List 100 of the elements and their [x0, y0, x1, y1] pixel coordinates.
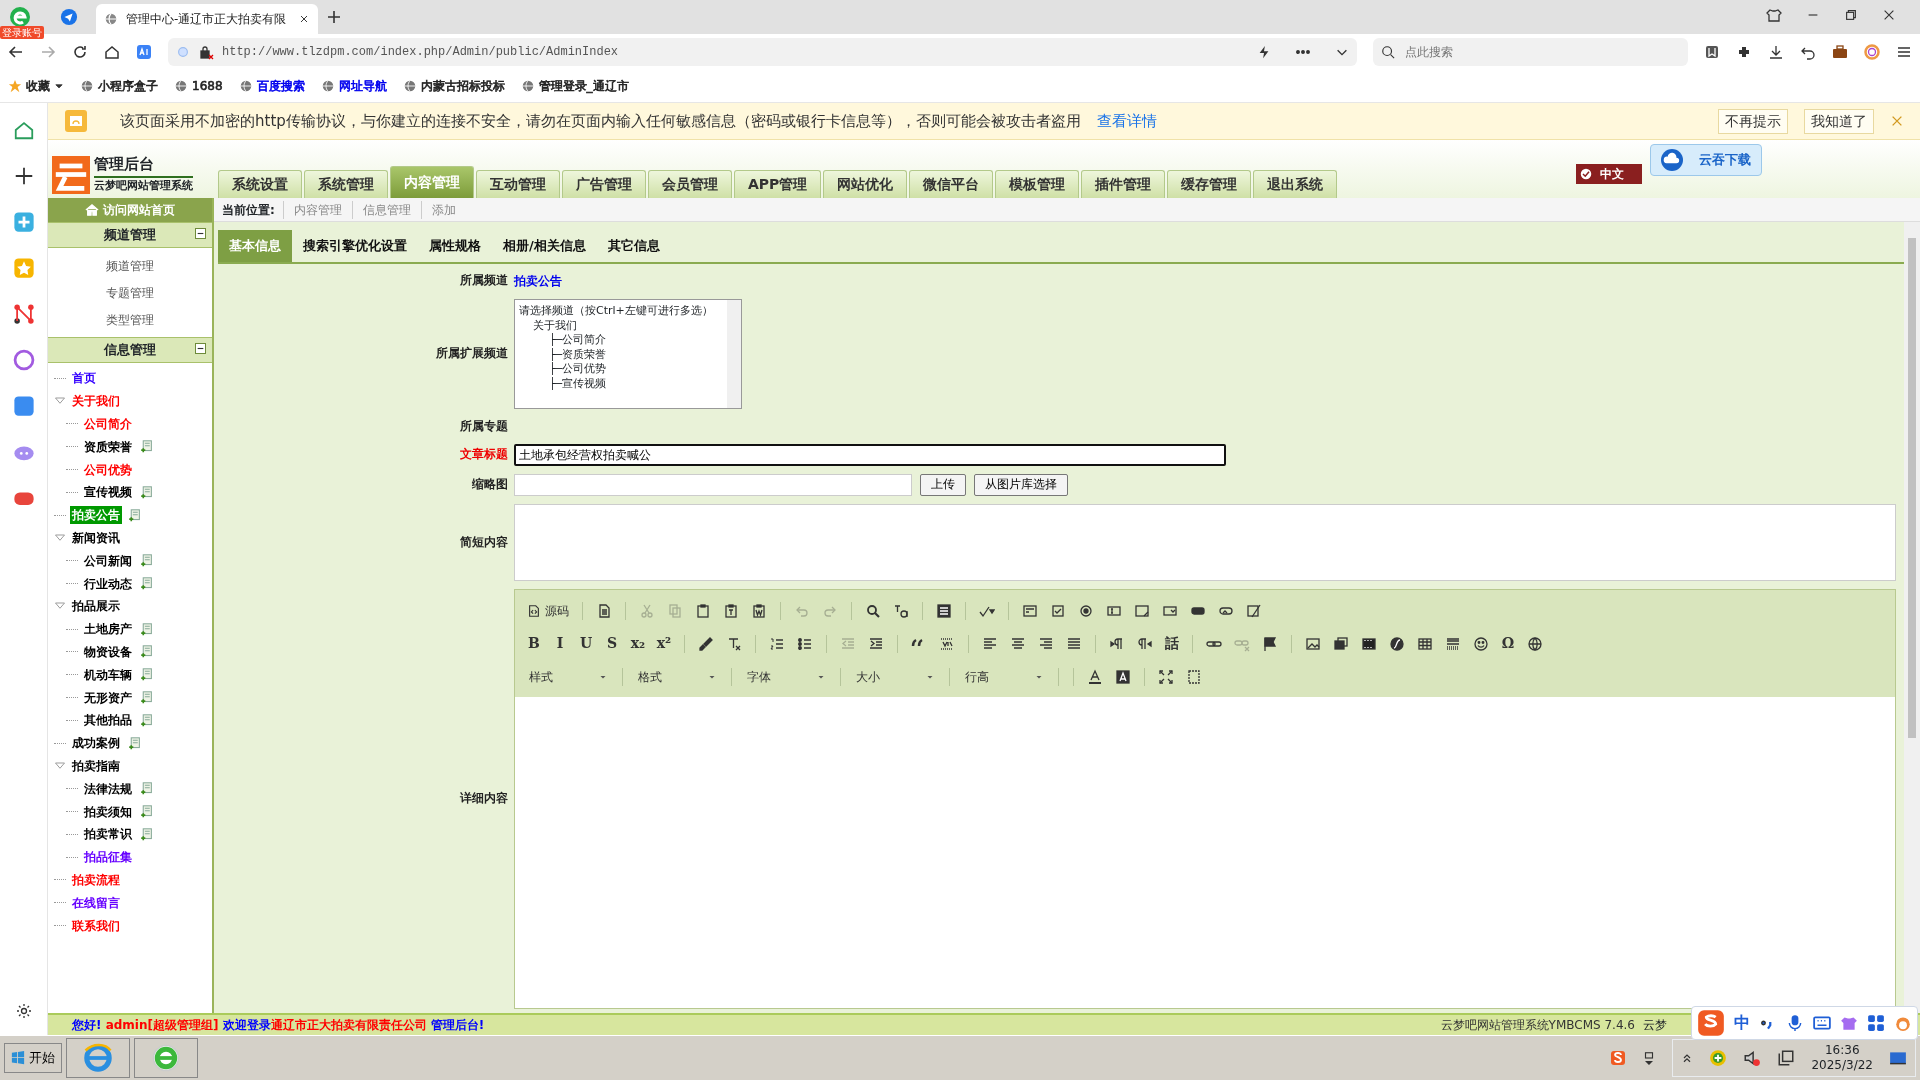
- breadcrumb-item[interactable]: 内容管理: [282, 200, 352, 219]
- breadcrumb-item[interactable]: 添加: [420, 200, 466, 219]
- tree-item[interactable]: 公司新闻: [82, 551, 134, 570]
- reload-icon[interactable]: [72, 44, 88, 60]
- search-icon[interactable]: [865, 602, 881, 619]
- document-icon[interactable]: [596, 602, 612, 619]
- volume-muted-icon[interactable]: [1743, 1049, 1762, 1067]
- align-left-icon[interactable]: [982, 635, 998, 652]
- toolbar-glyph[interactable]: 話: [1161, 633, 1183, 654]
- add-document-icon[interactable]: [140, 554, 153, 568]
- tree-item[interactable]: 行业动态: [82, 574, 134, 593]
- indent-icon[interactable]: [868, 635, 884, 652]
- add-document-icon[interactable]: [140, 485, 153, 499]
- add-document-icon[interactable]: [128, 736, 141, 750]
- tree-item[interactable]: 关于我们: [70, 392, 122, 411]
- network-icon[interactable]: [1777, 1049, 1796, 1067]
- tree-item[interactable]: 机动车辆: [82, 665, 134, 684]
- form-tab[interactable]: 其它信息: [596, 230, 671, 262]
- globe-icon[interactable]: [1527, 635, 1543, 652]
- format-dropdown[interactable]: 行高: [959, 665, 1049, 688]
- collapse-icon[interactable]: [195, 343, 206, 354]
- tree-item[interactable]: 宣传视频: [82, 483, 134, 502]
- tree-item[interactable]: 拍卖流程: [70, 870, 122, 889]
- shirt-icon[interactable]: [1766, 7, 1782, 23]
- home-icon[interactable]: [104, 44, 120, 60]
- new-tab-icon[interactable]: [326, 9, 342, 25]
- nav-tab[interactable]: 互动管理: [476, 170, 560, 198]
- flag-icon[interactable]: [1262, 635, 1278, 652]
- form-tab[interactable]: 属性规格: [418, 230, 492, 262]
- clipboard-text-icon[interactable]: [723, 602, 739, 619]
- apps-icon[interactable]: [1867, 1014, 1885, 1032]
- listbox-option[interactable]: 关于我们: [519, 318, 577, 334]
- briefcase-icon[interactable]: [1832, 44, 1848, 60]
- search-field[interactable]: 点此搜索: [1373, 38, 1688, 66]
- toolbar-glyph[interactable]: B: [523, 633, 545, 654]
- bookmark[interactable]: 小程序盒子: [80, 77, 158, 95]
- bookmark[interactable]: 内蒙古招标投标: [402, 77, 505, 95]
- listbox-option[interactable]: ├─资质荣誉: [519, 347, 607, 363]
- listbox-option[interactable]: ├─公司优势: [519, 362, 607, 377]
- smiley-icon[interactable]: [1473, 635, 1489, 652]
- puzzle-icon[interactable]: [1736, 44, 1752, 60]
- add-document-icon[interactable]: [128, 508, 141, 522]
- language-button[interactable]: 中文: [1576, 164, 1642, 184]
- show-desktop-icon[interactable]: [1889, 1049, 1907, 1067]
- ai-icon[interactable]: [136, 44, 152, 60]
- numbered-list-icon[interactable]: [769, 635, 785, 652]
- breadcrumb-item[interactable]: 信息管理: [351, 200, 421, 219]
- replace-icon[interactable]: [893, 602, 909, 619]
- scrollbar[interactable]: [727, 300, 741, 408]
- tree-item[interactable]: 物资设备: [82, 642, 134, 661]
- warning-button[interactable]: 不再提示: [1718, 108, 1788, 134]
- bookmark[interactable]: 收藏: [8, 77, 64, 95]
- tree-item[interactable]: 无形资产: [82, 688, 134, 707]
- nav-tab[interactable]: 广告管理: [562, 170, 646, 198]
- show-blocks-icon[interactable]: [1186, 668, 1202, 685]
- close-icon[interactable]: [298, 13, 310, 25]
- add-document-icon[interactable]: [140, 827, 153, 841]
- upload-button[interactable]: 上传: [920, 474, 966, 496]
- sidebar-link[interactable]: 类型管理: [48, 306, 212, 333]
- align-center-icon[interactable]: [1010, 635, 1026, 652]
- microphone-icon[interactable]: [1786, 1014, 1804, 1032]
- align-right-icon[interactable]: [1038, 635, 1054, 652]
- add-document-icon[interactable]: [140, 622, 153, 636]
- settings-icon[interactable]: [15, 1003, 32, 1019]
- nav-tab[interactable]: 网站优化: [823, 170, 908, 198]
- toolbar-glyph[interactable]: U: [575, 633, 597, 654]
- bookmark[interactable]: 管理登录_通辽市: [520, 77, 629, 95]
- back-icon[interactable]: [8, 44, 24, 60]
- toolbar-glyph[interactable]: Ω: [1497, 633, 1519, 654]
- keyboard-icon[interactable]: [1813, 1014, 1831, 1032]
- reader-icon[interactable]: [1704, 44, 1720, 60]
- title-field[interactable]: 土地承包经营权拍卖喊公: [514, 444, 1226, 466]
- tree-item[interactable]: 拍卖常识: [82, 825, 134, 844]
- checkbox-icon[interactable]: [1050, 602, 1066, 619]
- brush-icon[interactable]: [698, 635, 714, 652]
- toolbar-glyph[interactable]: x₂: [627, 633, 649, 654]
- tree-item[interactable]: 成功案例: [70, 734, 122, 753]
- section-header[interactable]: 频道管理: [48, 222, 212, 248]
- summary-field[interactable]: [514, 504, 1896, 581]
- insecure-lock-icon[interactable]: [198, 44, 214, 60]
- navigation-icon[interactable]: [60, 8, 78, 26]
- start-button[interactable]: 开始: [4, 1043, 62, 1073]
- tree-item[interactable]: 公司优势: [82, 460, 134, 479]
- add-document-icon[interactable]: [140, 782, 153, 796]
- tree-item[interactable]: 首页: [70, 369, 98, 388]
- image-icon[interactable]: [1305, 635, 1321, 652]
- add-document-icon[interactable]: [140, 713, 153, 727]
- right-to-left-icon[interactable]: [1137, 635, 1153, 652]
- tree-item[interactable]: 土地房产: [82, 620, 134, 639]
- browser-logo-icon[interactable]: [8, 5, 32, 29]
- align-justify-icon[interactable]: [1066, 635, 1082, 652]
- format-dropdown[interactable]: 字体: [741, 665, 831, 688]
- nav-tab[interactable]: 模板管理: [995, 170, 1080, 198]
- channel-link[interactable]: 拍卖公告: [514, 272, 562, 290]
- form-icon[interactable]: [1022, 602, 1038, 619]
- nav-tab[interactable]: 会员管理: [648, 170, 732, 198]
- address-bar[interactable]: http://www.tlzdpm.com/index.php/Admin/public/AdminIndex: [168, 38, 1357, 66]
- tree-item[interactable]: 其他拍品: [82, 711, 134, 730]
- toolbar-glyph[interactable]: S: [601, 633, 623, 654]
- details-link[interactable]: 查看详情: [1096, 109, 1157, 133]
